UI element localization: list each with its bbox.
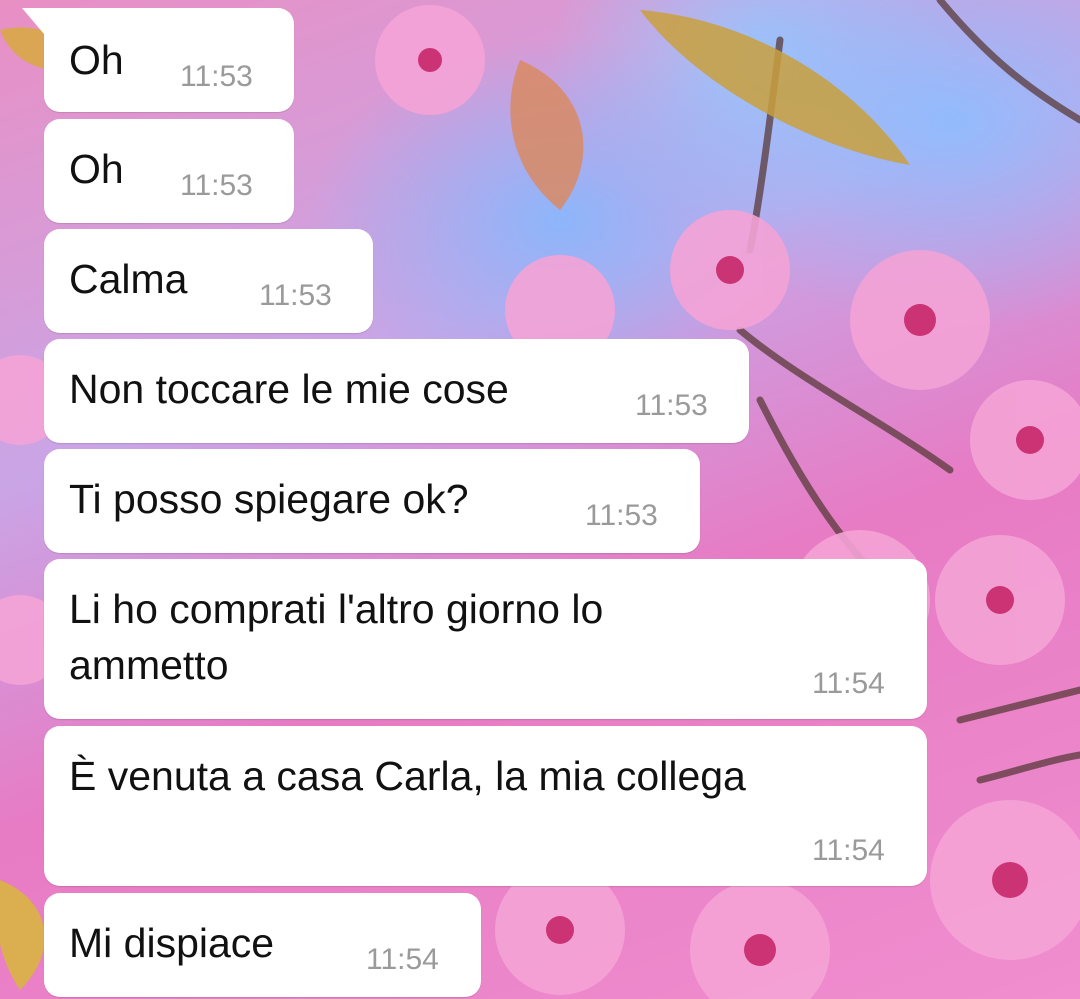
message-timestamp: 11:54: [812, 834, 885, 867]
message-text-line-1: Li ho comprati l'altro giorno lo: [69, 586, 604, 632]
message-text: È venuta a casa Carla, la mia collega: [69, 753, 746, 799]
message-timestamp: 11:53: [585, 499, 658, 532]
message-bubble[interactable]: Ti posso spiegare ok? 11:53: [44, 449, 700, 553]
message-text: Mi dispiace: [69, 920, 275, 966]
message-timestamp: 11:54: [366, 943, 439, 976]
message-bubble[interactable]: Calma 11:53: [44, 229, 373, 333]
message-text: Ti posso spiegare ok?: [69, 476, 469, 522]
message-bubble[interactable]: Non toccare le mie cose 11:53: [44, 339, 749, 443]
message-bubble[interactable]: Oh 11:53: [44, 119, 294, 223]
message-timestamp: 11:53: [259, 279, 332, 312]
message-bubble[interactable]: Oh 11:53: [22, 8, 294, 112]
bubble-tail: [22, 8, 44, 34]
message-timestamp: 11:53: [635, 389, 708, 422]
message-text: Non toccare le mie cose: [69, 366, 509, 412]
message-timestamp: 11:54: [812, 667, 885, 700]
message-timestamp: 11:53: [180, 169, 253, 202]
message-bubble[interactable]: Mi dispiace 11:54: [44, 893, 481, 997]
message-text-line-2: ammetto: [69, 642, 229, 688]
message-bubble[interactable]: È venuta a casa Carla, la mia collega 11…: [44, 726, 927, 886]
message-timestamp: 11:53: [180, 60, 253, 93]
message-bubble[interactable]: Li ho comprati l'altro giorno lo ammetto…: [44, 559, 927, 719]
message-text: Oh: [69, 146, 124, 192]
message-text: Calma: [69, 256, 188, 302]
message-text: Oh: [69, 37, 124, 83]
